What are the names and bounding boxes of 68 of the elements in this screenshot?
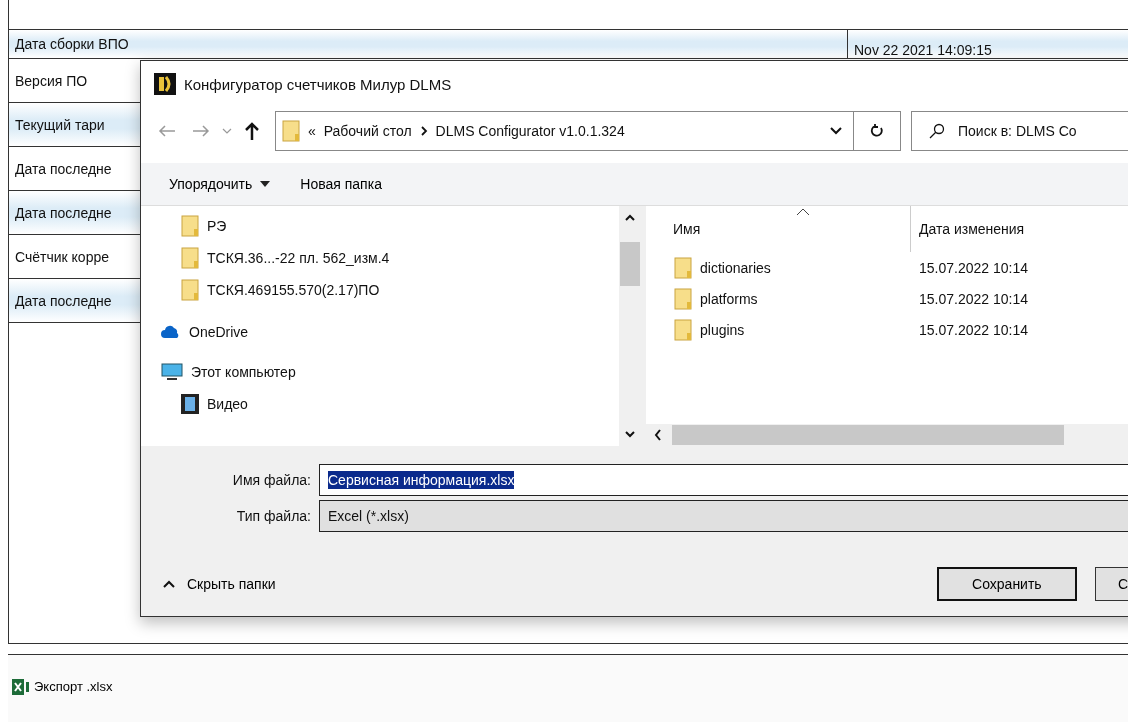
- sort-caret-icon: [796, 208, 810, 216]
- tree-item[interactable]: OneDrive: [141, 316, 619, 348]
- folder-icon: [674, 287, 692, 310]
- tree-item[interactable]: ТСКЯ.36...-22 пл. 562_изм.4: [141, 242, 619, 274]
- tree-item[interactable]: Видео: [141, 388, 619, 420]
- chevron-left-icon[interactable]: [654, 429, 662, 441]
- column-header[interactable]: Имя: [646, 206, 911, 252]
- hide-folders-button[interactable]: Скрыть папки: [157, 575, 282, 593]
- folder-icon: [674, 318, 692, 341]
- window-title: Конфигуратор счетчиков Милур DLMS: [184, 75, 452, 93]
- table-cell: Дата последне: [15, 160, 112, 177]
- caret-icon: [260, 181, 271, 187]
- file-row[interactable]: plugins 15.07.2022 10:14: [646, 314, 1128, 345]
- save-button[interactable]: Сохранить: [936, 567, 1077, 601]
- table-cell: Версия ПО: [15, 72, 88, 89]
- chevron-right-icon: [419, 126, 428, 136]
- organize-menu-button[interactable]: Упорядочить: [169, 176, 271, 192]
- folder-icon: [281, 120, 300, 142]
- file-date: 15.07.2022 10:14: [918, 259, 1028, 276]
- table-cell: Счётчик корре: [15, 248, 109, 265]
- table-cell: Nov 22 2021 14:09:15: [847, 30, 992, 58]
- file-name-field[interactable]: Сервисная информация.xlsx: [319, 464, 1128, 496]
- field-label: Имя файла:: [231, 472, 311, 488]
- scrollbar-thumb[interactable]: [620, 242, 640, 286]
- film-icon: [181, 394, 199, 414]
- folder-icon: [181, 279, 199, 301]
- horizontal-scrollbar[interactable]: [646, 424, 1128, 446]
- file-row[interactable]: dictionaries 15.07.2022 10:14: [646, 252, 1128, 283]
- file-name: dictionaries: [700, 259, 771, 276]
- spreadsheet-icon: [12, 678, 30, 695]
- file-name: platforms: [700, 290, 758, 307]
- folder-icon: [674, 256, 692, 279]
- forward-arrow-icon[interactable]: [190, 123, 211, 139]
- folder-icon: [181, 247, 199, 269]
- breadcrumb-item[interactable]: DLMS Configurator v1.0.1.324: [435, 123, 625, 139]
- table-cell: Дата последне: [15, 204, 112, 221]
- tree-item[interactable]: ТСКЯ.469155.570(2.17)ПО: [141, 274, 619, 306]
- field-label: Тип файла:: [235, 508, 311, 524]
- search-field[interactable]: Поиск в: DLMS Co: [911, 111, 1128, 151]
- address-bar[interactable]: « Рабочий стол DLMS Configurator v1.0.1.324: [274, 111, 855, 151]
- chevron-up-icon[interactable]: [625, 214, 635, 222]
- scrollbar-thumb[interactable]: [672, 425, 1064, 445]
- file-name: plugins: [700, 321, 745, 338]
- cancel-button[interactable]: С: [1094, 567, 1128, 601]
- monitor-icon: [161, 363, 183, 381]
- tree-item[interactable]: Этот компьютер: [141, 356, 619, 388]
- table-cell: Текущий тари: [15, 116, 105, 133]
- tree-item[interactable]: РЭ: [141, 210, 619, 242]
- file-date: 15.07.2022 10:14: [918, 321, 1028, 338]
- folder-icon: [181, 215, 199, 237]
- table-cell: Дата последне: [15, 292, 112, 309]
- file-type-dropdown[interactable]: Excel (*.xlsx): [319, 500, 1128, 532]
- chevron-down-icon[interactable]: [625, 430, 635, 438]
- export-button[interactable]: Экспорт .xlsx: [8, 674, 117, 699]
- refresh-button[interactable]: [853, 111, 901, 151]
- cloud-icon: [161, 325, 181, 339]
- refresh-icon: [869, 123, 885, 139]
- back-arrow-icon[interactable]: [157, 123, 177, 139]
- file-row[interactable]: platforms 15.07.2022 10:14: [646, 283, 1128, 314]
- new-folder-button[interactable]: Новая папка: [300, 176, 382, 192]
- table-cell: Дата сборки ВПО: [15, 36, 129, 52]
- breadcrumb-overflow[interactable]: «: [307, 123, 316, 139]
- chevron-down-icon[interactable]: [829, 126, 844, 136]
- breadcrumb-item[interactable]: Рабочий стол: [323, 123, 412, 139]
- file-date: 15.07.2022 10:14: [918, 290, 1028, 307]
- chevron-up-icon: [163, 580, 175, 588]
- app-icon: [154, 73, 176, 95]
- column-header[interactable]: Дата изменения: [911, 206, 1025, 252]
